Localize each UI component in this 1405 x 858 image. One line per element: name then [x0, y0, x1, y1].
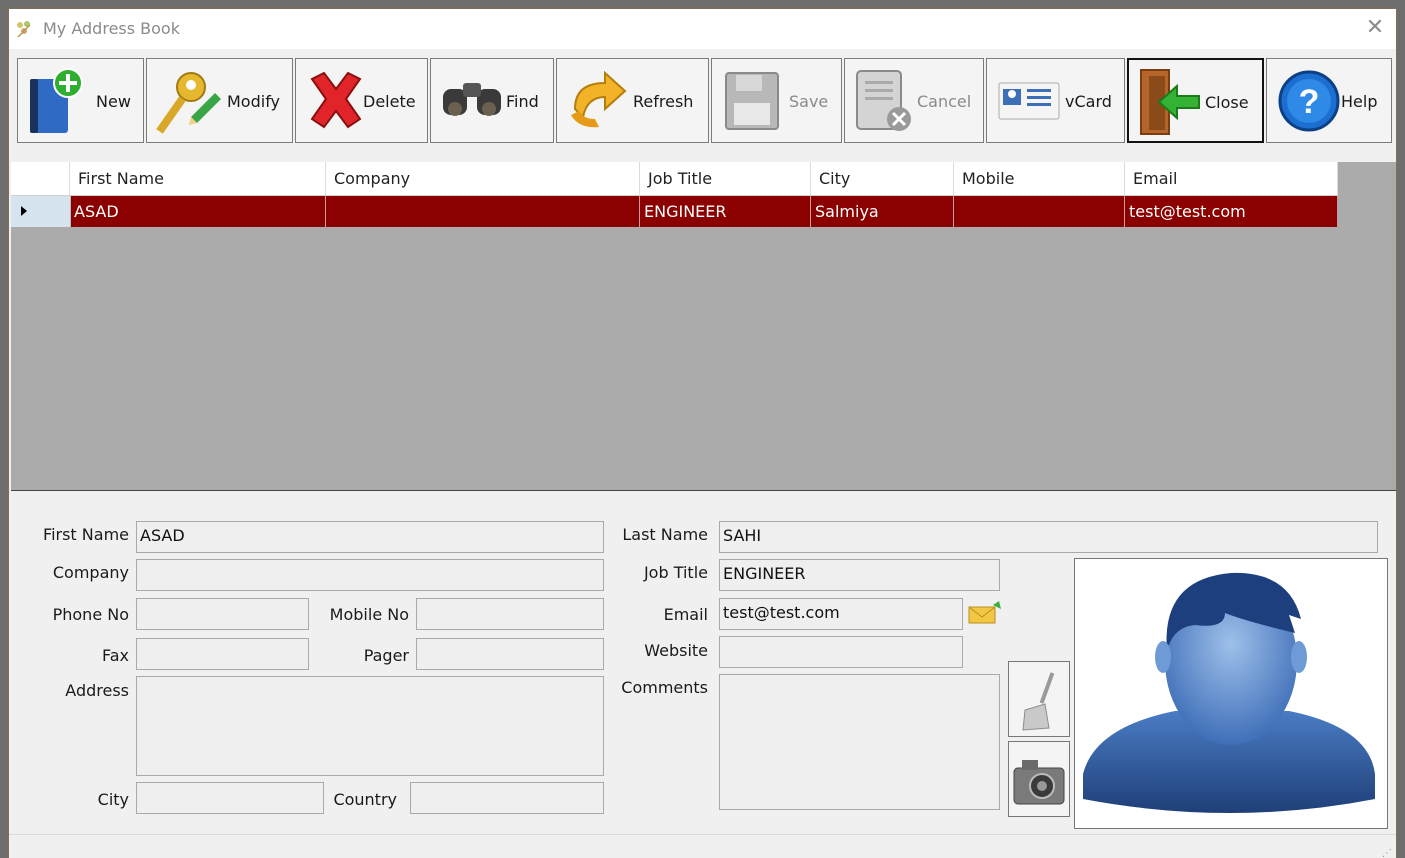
vcard-button[interactable]: vCard	[986, 58, 1125, 143]
save-button[interactable]: Save	[711, 58, 842, 143]
job-title-label: Job Title	[643, 563, 708, 582]
modify-button[interactable]: Modify	[146, 58, 293, 143]
column-header-city[interactable]: City	[811, 162, 954, 195]
company-label: Company	[52, 563, 129, 582]
last-name-label: Last Name	[622, 525, 708, 544]
send-email-icon[interactable]	[967, 601, 1003, 629]
new-contact-icon	[24, 67, 86, 141]
camera-button[interactable]	[1008, 741, 1070, 817]
find-button[interactable]: Find	[430, 58, 554, 143]
grid-header: First Name Company Job Title City Mobile…	[11, 162, 1338, 196]
cancel-button[interactable]: Cancel	[844, 58, 984, 143]
last-name-field[interactable]: SAHI	[719, 521, 1378, 553]
current-row-arrow-icon	[21, 206, 27, 216]
keys-icon	[153, 67, 225, 145]
refresh-label: Refresh	[633, 92, 694, 111]
delete-x-icon	[306, 69, 366, 135]
phone-no-label: Phone No	[52, 605, 129, 624]
exit-door-icon	[1137, 66, 1201, 142]
row-selector[interactable]	[11, 196, 71, 227]
modify-label: Modify	[227, 92, 281, 111]
table-row[interactable]: ASAD ENGINEER Salmiya test@test.com	[11, 196, 1338, 227]
close-label: Close	[1205, 93, 1249, 112]
refresh-button[interactable]: Refresh	[556, 58, 709, 143]
delete-button[interactable]: Delete	[295, 58, 428, 143]
contact-detail-form: First Name ASAD Company Phone No Mobile …	[9, 491, 1396, 836]
title-bar: My Address Book ✕	[9, 9, 1396, 49]
column-header-company[interactable]: Company	[326, 162, 640, 195]
new-button[interactable]: New	[17, 58, 144, 143]
address-label: Address	[65, 681, 129, 700]
vcard-label: vCard	[1065, 92, 1112, 111]
app-icon	[15, 19, 35, 43]
website-field[interactable]	[719, 636, 963, 668]
cell-job-title[interactable]: ENGINEER	[640, 196, 811, 227]
row-header-corner	[11, 162, 70, 195]
email-label: Email	[663, 605, 708, 624]
cell-company[interactable]	[326, 196, 640, 227]
status-bar: ⋰	[9, 834, 1396, 858]
close-button[interactable]: Close	[1127, 58, 1264, 143]
contact-photo[interactable]	[1074, 558, 1388, 829]
window-title: My Address Book	[43, 19, 180, 38]
comments-label: Comments	[621, 678, 708, 697]
camera-icon	[1012, 754, 1068, 814]
comments-field[interactable]	[719, 674, 1000, 810]
pager-label: Pager	[363, 646, 409, 665]
cell-email[interactable]: test@test.com	[1125, 196, 1338, 227]
help-label: Help	[1341, 92, 1378, 111]
contacts-grid[interactable]: First Name Company Job Title City Mobile…	[11, 162, 1396, 491]
city-field[interactable]	[136, 782, 324, 814]
column-header-mobile[interactable]: Mobile	[954, 162, 1125, 195]
website-label: Website	[644, 641, 708, 660]
delete-label: Delete	[363, 92, 416, 111]
first-name-label: First Name	[43, 525, 129, 544]
cancel-document-icon	[853, 67, 913, 139]
address-field[interactable]	[136, 676, 604, 776]
help-button[interactable]: ? Help	[1266, 58, 1392, 143]
toolbar: New Modify Delete Find Refresh Save Canc…	[9, 49, 1396, 149]
column-header-email[interactable]: Email	[1125, 162, 1338, 195]
broom-icon	[1019, 670, 1061, 736]
fax-field[interactable]	[136, 638, 309, 670]
cancel-label: Cancel	[917, 92, 972, 111]
job-title-field[interactable]: ENGINEER	[719, 559, 1000, 591]
resize-grip-icon[interactable]: ⋰	[1382, 848, 1392, 858]
address-book-window: My Address Book ✕ New Modify Delete Find…	[7, 7, 1398, 858]
svg-text:?: ?	[1299, 83, 1320, 121]
mobile-no-field[interactable]	[416, 598, 604, 630]
pager-field[interactable]	[416, 638, 604, 670]
cell-mobile[interactable]	[954, 196, 1125, 227]
phone-no-field[interactable]	[136, 598, 309, 630]
floppy-disk-icon	[722, 69, 782, 137]
mobile-no-label: Mobile No	[329, 605, 409, 624]
binoculars-icon	[439, 77, 507, 125]
city-label: City	[97, 790, 129, 809]
cell-first-name[interactable]: ASAD	[70, 196, 326, 227]
first-name-field[interactable]: ASAD	[136, 521, 604, 553]
country-label: Country	[333, 790, 397, 809]
new-label: New	[96, 92, 131, 111]
vcard-icon	[997, 81, 1061, 125]
save-label: Save	[789, 92, 829, 111]
cell-city[interactable]: Salmiya	[811, 196, 954, 227]
fax-label: Fax	[101, 646, 129, 665]
clear-photo-button[interactable]	[1008, 661, 1070, 737]
help-question-icon: ?	[1277, 69, 1341, 137]
column-header-first-name[interactable]: First Name	[70, 162, 326, 195]
find-label: Find	[506, 92, 539, 111]
close-window-icon[interactable]: ✕	[1362, 15, 1388, 41]
refresh-arrow-icon	[565, 69, 633, 137]
company-field[interactable]	[136, 559, 604, 591]
user-avatar-icon	[1075, 559, 1387, 832]
email-field[interactable]: test@test.com	[719, 598, 963, 630]
column-header-job-title[interactable]: Job Title	[640, 162, 811, 195]
country-field[interactable]	[410, 782, 604, 814]
